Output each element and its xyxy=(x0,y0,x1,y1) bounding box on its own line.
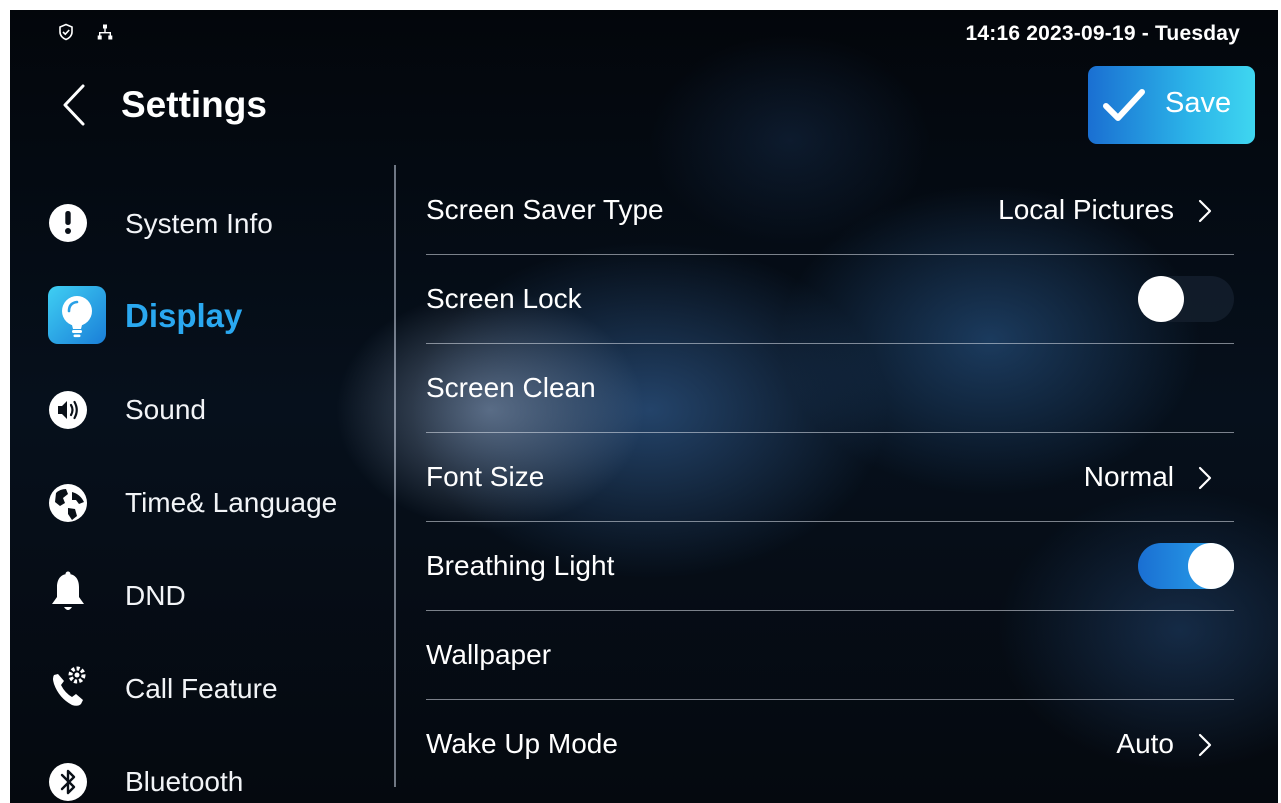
setting-value: Normal xyxy=(1083,461,1174,492)
lightbulb-icon xyxy=(48,286,106,344)
chevron-right-icon xyxy=(1198,733,1212,757)
status-bar: 14:16 2023-09-19 - Tuesday xyxy=(10,10,1278,60)
chevron-left-icon xyxy=(63,84,85,126)
sidebar-item-label: Call Feature xyxy=(125,673,278,704)
toggle-knob xyxy=(1138,276,1184,322)
setting-label: Wake Up Mode xyxy=(426,728,618,759)
network-icon xyxy=(97,24,113,40)
sidebar-item-label: Bluetooth xyxy=(125,766,244,797)
setting-row-wallpaper[interactable]: Wallpaper xyxy=(426,611,1234,700)
setting-value: Auto xyxy=(1116,728,1174,759)
globe-icon xyxy=(49,484,87,522)
setting-value: Local Pictures xyxy=(998,194,1174,225)
sidebar-item-label: Time& Language xyxy=(125,487,338,518)
setting-label: Screen Saver Type xyxy=(426,194,664,225)
chevron-right-icon xyxy=(1198,199,1212,223)
sidebar-item-label: DND xyxy=(125,580,186,611)
setting-row-breathing-light: Breathing Light xyxy=(426,522,1234,611)
sidebar-item-label: System Info xyxy=(125,208,273,239)
phone-settings-icon xyxy=(53,666,86,706)
toggle-knob xyxy=(1188,543,1234,589)
sidebar-item-system-info[interactable]: System Info xyxy=(48,183,368,245)
sidebar-divider xyxy=(394,165,396,787)
sidebar-item-label: Display xyxy=(125,297,243,334)
sidebar-item-display[interactable]: Display xyxy=(48,276,368,344)
setting-label: Font Size xyxy=(426,461,545,492)
info-circle-icon xyxy=(49,204,87,242)
save-button[interactable]: Save xyxy=(1088,66,1255,144)
sidebar-item-bluetooth[interactable]: Bluetooth xyxy=(48,741,368,803)
speaker-icon xyxy=(49,391,87,429)
sidebar-item-label: Sound xyxy=(125,394,206,425)
screen-lock-toggle[interactable] xyxy=(1138,276,1234,322)
setting-row-screen-saver-type[interactable]: Screen Saver Type Local Pictures xyxy=(426,166,1234,255)
chevron-right-icon xyxy=(1198,466,1212,490)
setting-label: Wallpaper xyxy=(426,639,552,670)
setting-label: Breathing Light xyxy=(426,550,615,581)
display-settings-list: Screen Saver Type Local Pictures Screen … xyxy=(426,166,1234,788)
setting-row-screen-lock: Screen Lock xyxy=(426,255,1234,344)
setting-label: Screen Clean xyxy=(426,372,596,403)
page-title: Settings xyxy=(121,84,267,125)
setting-row-font-size[interactable]: Font Size Normal xyxy=(426,433,1234,522)
bell-icon xyxy=(52,571,84,610)
sidebar-item-sound[interactable]: Sound xyxy=(48,369,368,431)
setting-label: Screen Lock xyxy=(426,283,582,314)
setting-row-screen-clean[interactable]: Screen Clean xyxy=(426,344,1234,433)
breathing-light-toggle[interactable] xyxy=(1138,543,1234,589)
sidebar-item-call-feature[interactable]: Call Feature xyxy=(48,648,368,710)
sidebar-item-dnd[interactable]: DND xyxy=(48,555,368,617)
bluetooth-icon xyxy=(49,763,87,801)
shield-icon xyxy=(59,23,73,41)
back-button[interactable] xyxy=(55,80,95,130)
status-clock: 14:16 2023-09-19 - Tuesday xyxy=(965,22,1240,45)
settings-screen: 14:16 2023-09-19 - Tuesday Settings Save… xyxy=(10,10,1278,803)
sidebar-item-time-language[interactable]: Time& Language xyxy=(48,462,368,524)
checkmark-icon xyxy=(1103,89,1145,121)
save-button-label: Save xyxy=(1165,87,1232,119)
setting-row-wake-up-mode[interactable]: Wake Up Mode Auto xyxy=(426,700,1234,788)
